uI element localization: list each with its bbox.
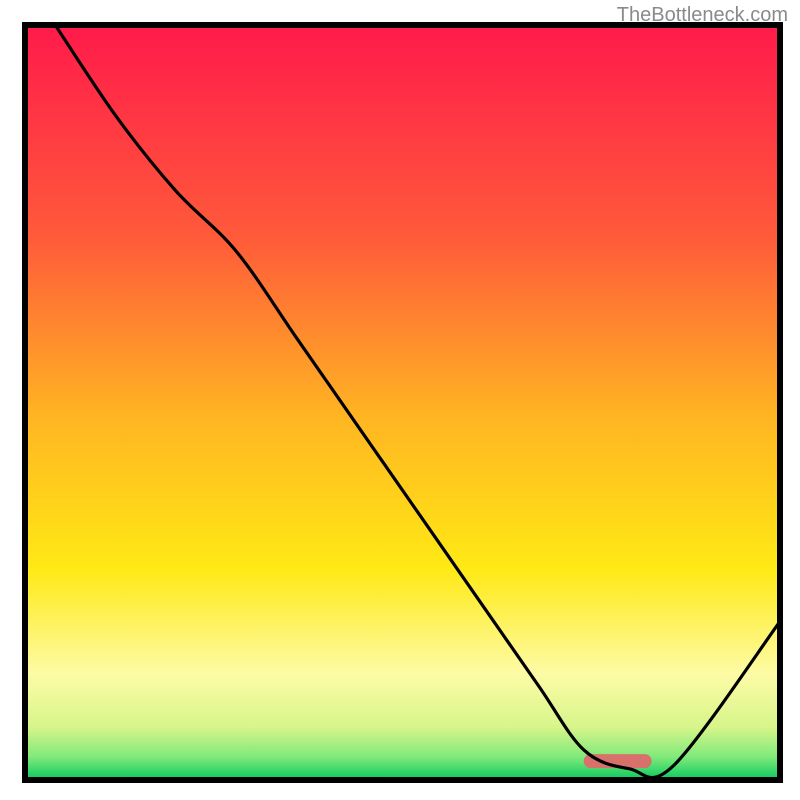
chart-svg	[0, 0, 800, 800]
bottleneck-chart	[0, 0, 800, 800]
plot-background	[25, 25, 780, 780]
watermark-text: TheBottleneck.com	[617, 4, 788, 27]
